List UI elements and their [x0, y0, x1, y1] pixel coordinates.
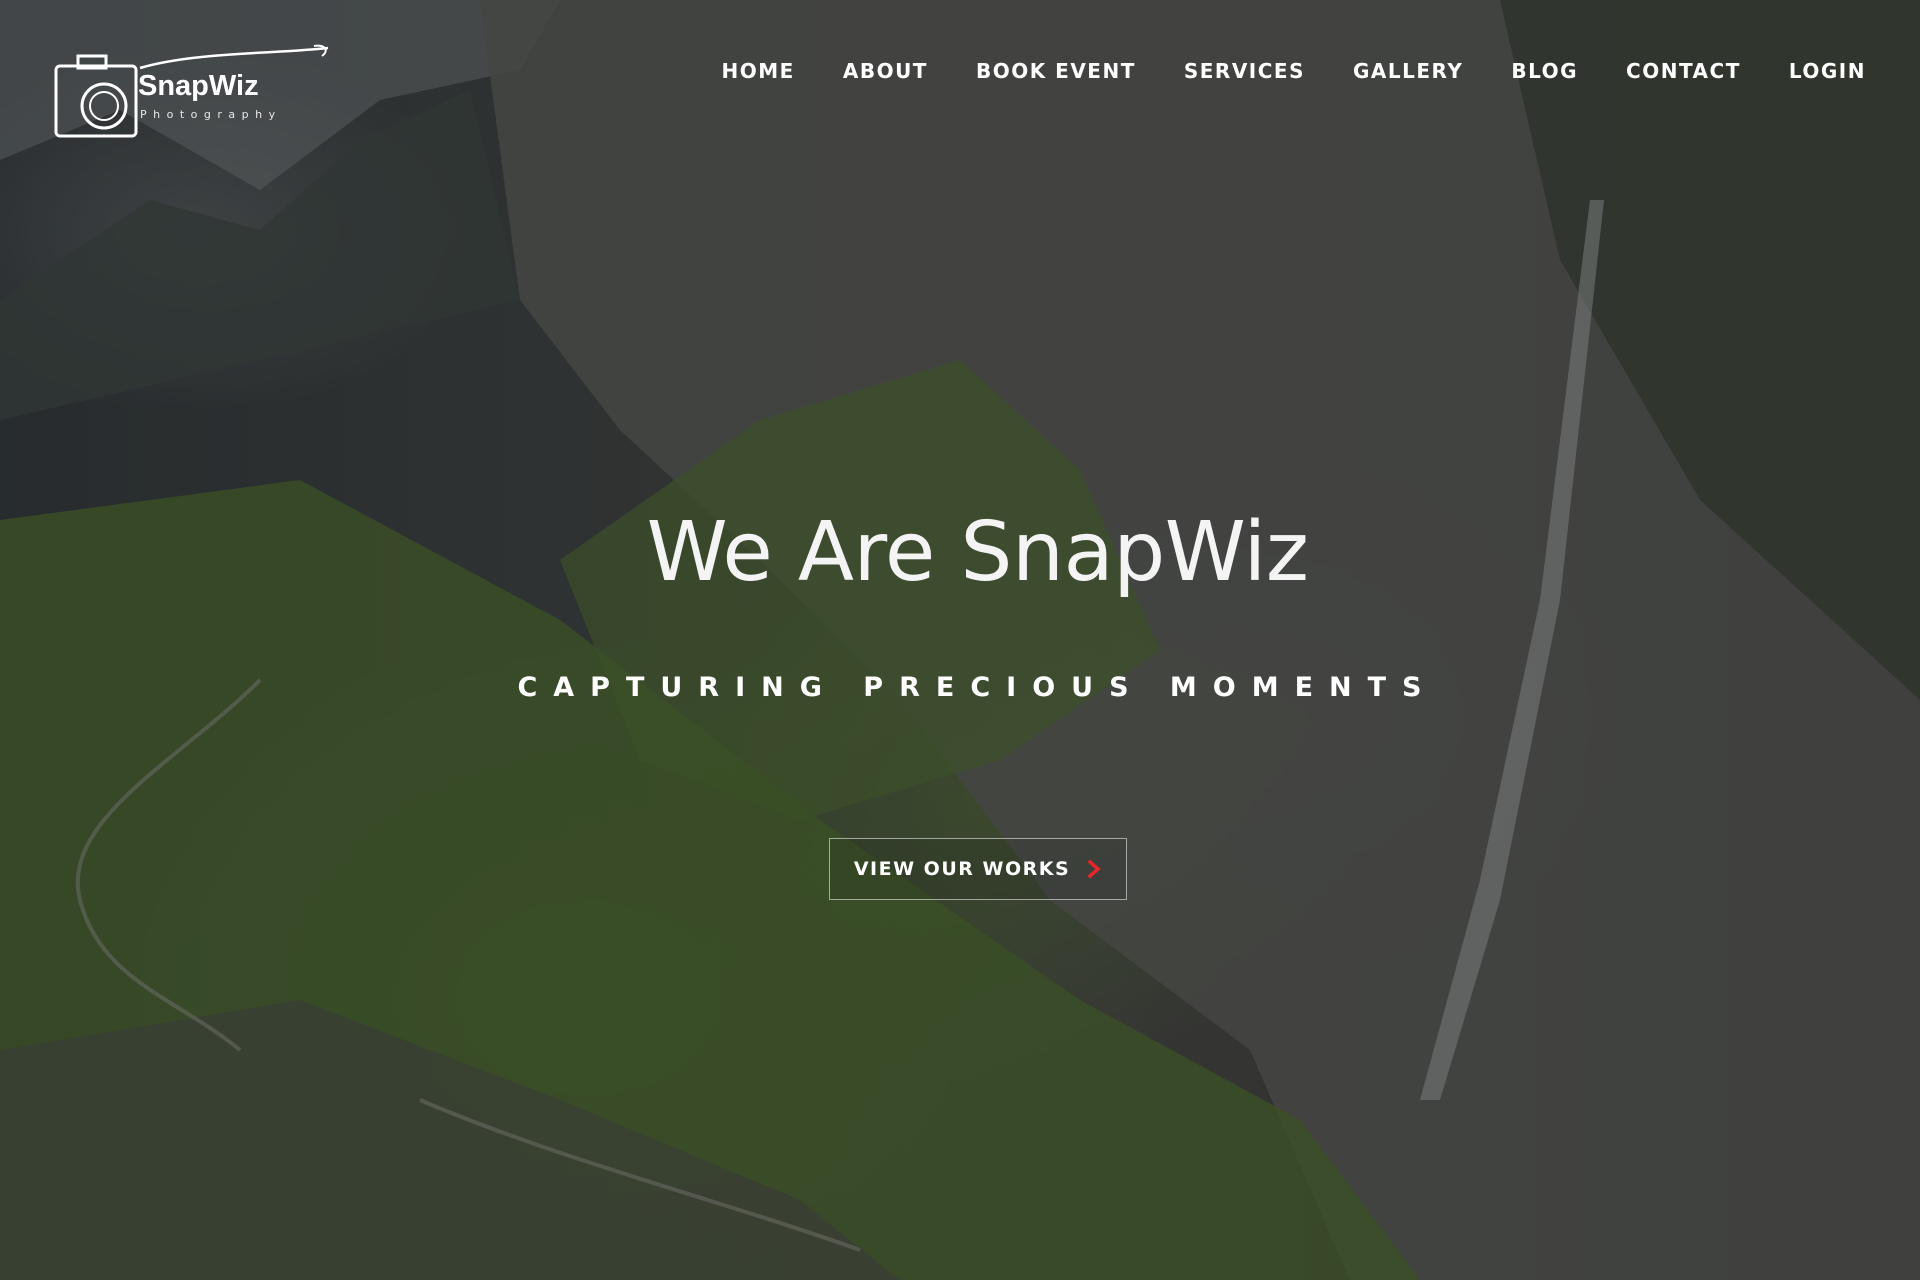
hero-tagline: CAPTURING PRECIOUS MOMENTS — [517, 672, 1438, 703]
nav-item-gallery[interactable]: GALLERY — [1329, 58, 1487, 84]
nav-item-login[interactable]: LOGIN — [1765, 58, 1890, 84]
hero-section: SnapWiz Photography HOME ABOUT BOOK EVEN… — [0, 0, 1920, 1280]
view-our-works-label: VIEW OUR WORKS — [853, 858, 1071, 880]
nav-item-contact[interactable]: CONTACT — [1602, 58, 1765, 84]
hero-headline: We Are SnapWiz — [646, 505, 1309, 600]
site-logo[interactable]: SnapWiz Photography — [52, 40, 332, 150]
main-navigation: HOME ABOUT BOOK EVENT SERVICES GALLERY B… — [698, 58, 1890, 84]
nav-item-book-event[interactable]: BOOK EVENT — [952, 58, 1160, 84]
logo-brand-name: SnapWiz — [138, 70, 259, 102]
hero-dark-overlay — [0, 0, 1920, 1280]
view-our-works-button[interactable]: VIEW OUR WORKS — [829, 838, 1127, 900]
camera-logo-icon — [54, 54, 138, 138]
nav-item-services[interactable]: SERVICES — [1160, 58, 1329, 84]
nav-item-home[interactable]: HOME — [698, 58, 819, 84]
nav-item-blog[interactable]: BLOG — [1487, 58, 1602, 84]
chevron-right-icon — [1087, 859, 1101, 879]
nav-item-about[interactable]: ABOUT — [819, 58, 952, 84]
logo-brand-subtitle: Photography — [140, 108, 282, 121]
